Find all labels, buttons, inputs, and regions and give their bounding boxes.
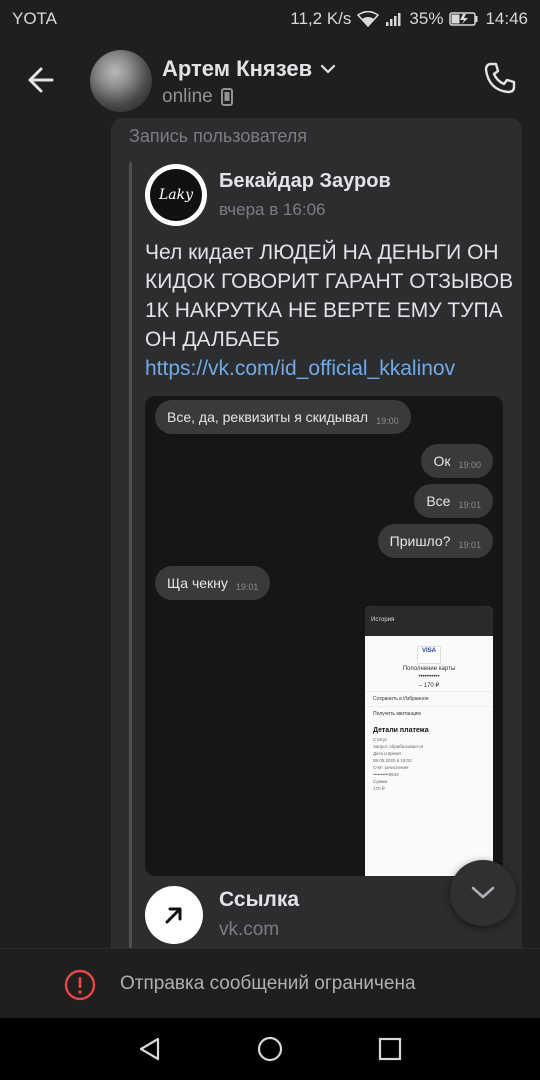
link-preview-title[interactable]: Ссылка <box>219 888 299 912</box>
bank-status-label: Статус <box>373 737 388 742</box>
bank-heading: Пополнение карты <box>402 666 456 672</box>
bank-account-value: ••••••••••0642 <box>373 772 399 777</box>
link-preview-icon[interactable] <box>145 886 203 944</box>
post-body: Чел кидает ЛЮДЕЙ НА ДЕНЬГИ ОН КИДОК ГОВО… <box>145 241 514 351</box>
nav-recents-icon[interactable] <box>376 1035 404 1063</box>
bank-topbar-title: История <box>371 617 395 623</box>
net-speed: 11,2 K/s <box>290 9 352 28</box>
author-avatar[interactable]: Laky <box>145 164 207 226</box>
status-bar: YOTA 11,2 K/s 35% 14:46 <box>0 0 540 38</box>
bank-topbar: История <box>365 606 493 636</box>
battery-percent: 35% <box>409 9 444 28</box>
carrier-label: YOTA <box>12 9 58 28</box>
repost-label: Запись пользователя <box>129 126 308 146</box>
nav-home-icon[interactable] <box>256 1035 284 1063</box>
bubble-time: 19:01 <box>235 582 259 592</box>
mobile-device-icon <box>220 88 233 106</box>
contact-status: online <box>162 86 233 108</box>
bank-status-value: Запрос обрабатывается <box>373 744 424 749</box>
chat-bubble-incoming: Ща чекну 19:01 <box>155 566 271 600</box>
author-avatar-logo: Laky <box>150 169 202 221</box>
visa-logo: VISA <box>417 646 441 664</box>
signal-icon <box>386 13 401 26</box>
bubble-text: Все <box>426 493 451 509</box>
chat-bubble-outgoing: Пришло? 19:01 <box>377 524 493 558</box>
contact-avatar[interactable] <box>90 50 152 112</box>
clock: 14:46 <box>485 9 528 28</box>
status-right: 11,2 K/s 35% 14:46 <box>290 9 528 29</box>
bubble-time: 19:00 <box>376 416 399 426</box>
bank-masked-card: •••••••••• <box>418 674 440 680</box>
chat-bubble-outgoing: Все 19:01 <box>414 484 493 518</box>
back-arrow-icon[interactable] <box>22 60 62 100</box>
bank-date-label: Дата и время <box>373 751 401 756</box>
post-text: Чел кидает ЛЮДЕЙ НА ДЕНЬГИ ОН КИДОК ГОВО… <box>145 238 515 383</box>
restricted-text: Отправка сообщений ограничена <box>120 973 416 994</box>
phone-call-icon[interactable] <box>482 60 518 96</box>
chat-bubble-incoming: Все, да, реквизиты я скидывал 19:00 <box>155 400 411 434</box>
bank-sum-label: Сумма <box>373 779 388 784</box>
bubble-time: 19:01 <box>458 500 481 510</box>
online-status-text: online <box>162 86 213 107</box>
post-link[interactable]: https://vk.com/id_official_kkalinov <box>145 357 455 380</box>
chat-bubble-outgoing: Ок 19:00 <box>421 444 493 478</box>
post-time: вчера в 16:06 <box>219 200 326 219</box>
contact-name-row[interactable]: Артем Князев <box>162 56 336 82</box>
warning-circle-icon <box>64 969 96 1001</box>
bubble-time: 19:00 <box>458 460 481 470</box>
scroll-down-button[interactable] <box>450 860 516 926</box>
message-bubble[interactable]: Запись пользователя Laky Бекайдар Зауров… <box>111 118 522 948</box>
bank-get-receipt: Получить квитанцию <box>365 706 493 721</box>
bubble-text: Все, да, реквизиты я скидывал <box>167 409 369 425</box>
chevron-down-icon <box>471 886 495 899</box>
arrow-up-right-icon <box>165 907 182 924</box>
bank-date-value: 08.05.2020 в 19:02 <box>373 758 412 763</box>
bubble-text: Пришло? <box>389 533 451 549</box>
bank-screenshot: История VISA Пополнение карты ••••••••••… <box>365 606 493 876</box>
battery-charging-icon <box>449 12 478 26</box>
link-preview-domain: vk.com <box>219 919 280 940</box>
bubble-time: 19:01 <box>458 540 481 550</box>
wifi-icon <box>357 11 380 27</box>
bank-amount: – 170 ₽ <box>418 683 440 689</box>
bubble-text: Ок <box>433 453 451 469</box>
bank-sum-value: 170 ₽ <box>373 786 385 791</box>
system-nav-bar <box>0 1018 540 1080</box>
chat-header: Артем Князев online <box>0 38 540 122</box>
bank-details-title: Детали платежа <box>373 727 429 734</box>
repost-quote-bar <box>129 162 132 948</box>
nav-back-icon[interactable] <box>136 1035 164 1063</box>
bank-save-favorite: Сохранить в Избранное <box>365 691 493 706</box>
messaging-restricted-bar: Отправка сообщений ограничена <box>0 948 540 1018</box>
bubble-text: Ща чекну <box>167 575 228 591</box>
chevron-down-icon[interactable] <box>320 63 336 75</box>
author-name[interactable]: Бекайдар Зауров <box>219 170 391 193</box>
attached-photo[interactable]: Все, да, реквизиты я скидывал 19:00 Ок 1… <box>145 396 503 876</box>
contact-name[interactable]: Артем Князев <box>162 56 312 82</box>
bank-account-label: Счёт зачисления <box>373 765 409 770</box>
